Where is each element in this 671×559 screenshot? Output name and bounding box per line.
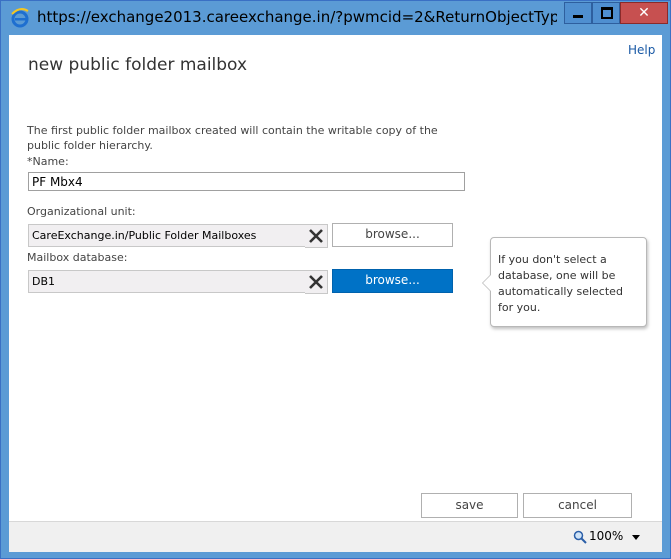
window-title: https://exchange2013.careexchange.in/?pw…: [37, 8, 557, 26]
cancel-button[interactable]: cancel: [523, 493, 632, 518]
db-browse-button[interactable]: browse...: [332, 269, 453, 293]
db-label: Mailbox database:: [27, 251, 128, 264]
maximize-button[interactable]: [592, 2, 620, 24]
ou-clear-button[interactable]: [305, 224, 328, 248]
name-input[interactable]: [28, 172, 465, 191]
description-text: The first public folder mailbox created …: [27, 124, 438, 152]
maximize-icon: [601, 7, 613, 19]
chevron-down-icon[interactable]: [632, 535, 640, 540]
minimize-icon: [573, 15, 583, 18]
callout-text: If you don't select a database, one will…: [498, 253, 623, 314]
browser-popup-window: https://exchange2013.careexchange.in/?pw…: [0, 0, 671, 559]
save-button[interactable]: save: [421, 493, 518, 518]
internet-explorer-icon: [10, 8, 30, 28]
info-callout: If you don't select a database, one will…: [482, 237, 647, 327]
dialog-content: Help new public folder mailbox The first…: [9, 35, 662, 521]
zoom-icon[interactable]: [573, 529, 587, 548]
db-field: DB1: [28, 270, 309, 293]
db-clear-button[interactable]: [305, 270, 328, 294]
clear-x-icon: [309, 275, 323, 289]
help-link[interactable]: Help: [628, 43, 655, 57]
close-button[interactable]: ✕: [620, 2, 668, 24]
zoom-level[interactable]: 100%: [589, 529, 623, 543]
title-bar: https://exchange2013.careexchange.in/?pw…: [1, 1, 670, 35]
ou-label: Organizational unit:: [27, 205, 136, 218]
status-bar: 100%: [9, 521, 662, 552]
page-title: new public folder mailbox: [28, 55, 247, 75]
ou-field: CareExchange.in/Public Folder Mailboxes: [28, 224, 309, 247]
minimize-button[interactable]: [564, 2, 592, 24]
ou-browse-button[interactable]: browse...: [332, 223, 453, 247]
clear-x-icon: [309, 229, 323, 243]
close-icon: ✕: [638, 5, 650, 21]
name-label: *Name:: [27, 155, 69, 168]
